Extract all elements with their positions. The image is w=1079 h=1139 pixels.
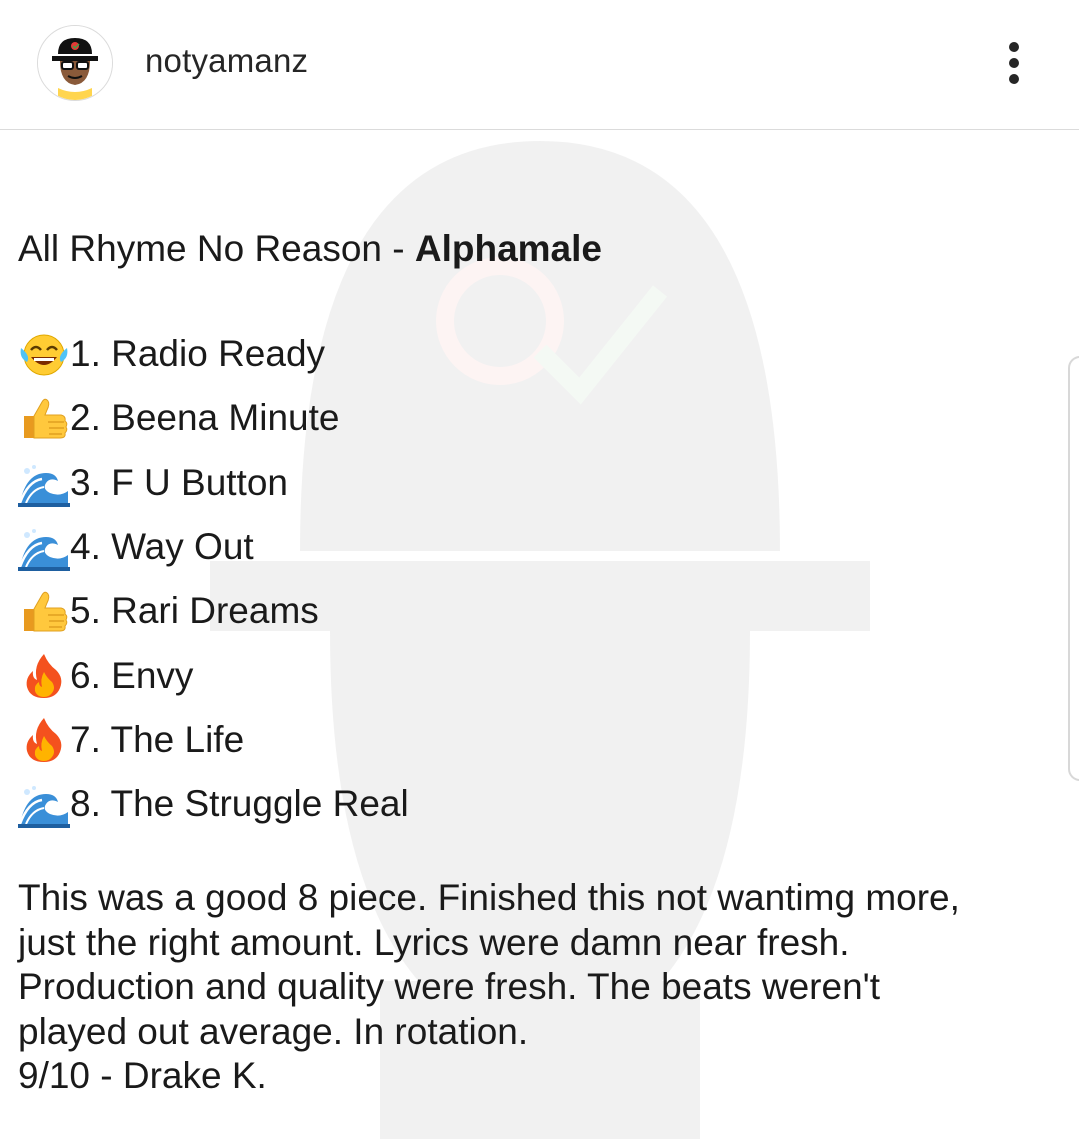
list-item: 2. Beena Minute xyxy=(18,393,339,443)
list-item: 6. Envy xyxy=(18,651,193,701)
list-item: 4. Way Out xyxy=(18,522,254,572)
title-album-part: Alphamale xyxy=(414,228,602,269)
track-label: 3. F U Button xyxy=(70,462,288,503)
fire-icon xyxy=(18,716,70,764)
wave-icon xyxy=(18,459,70,507)
review-line: Production and quality were fresh. The b… xyxy=(18,966,880,1007)
list-item: 5. Rari Dreams xyxy=(18,586,319,636)
album-title: All Rhyme No Reason - Alphamale xyxy=(18,228,602,270)
review-line: just the right amount. Lyrics were damn … xyxy=(18,921,850,963)
more-options-icon[interactable] xyxy=(1000,38,1030,88)
side-scroll-edge xyxy=(1068,356,1079,781)
title-artist-part: All Rhyme No Reason - xyxy=(18,228,415,269)
list-item: 3. F U Button xyxy=(18,458,288,508)
track-label: 1. Radio Ready xyxy=(70,333,326,374)
review-text: This was a good 8 piece. Finished this n… xyxy=(18,876,1068,1099)
post-header: notyamanz xyxy=(0,0,1079,130)
track-label: 4. Way Out xyxy=(70,526,254,567)
track-label: 8. The Struggle Real xyxy=(70,783,409,824)
fire-icon xyxy=(18,652,70,700)
avatar[interactable] xyxy=(37,25,113,101)
wave-icon xyxy=(18,523,70,571)
thumbs-up-icon xyxy=(18,394,70,442)
laughing-crying-icon xyxy=(18,330,70,378)
list-item: 1. Radio Ready xyxy=(18,329,325,379)
track-label: 6. Envy xyxy=(70,655,194,696)
list-item: 8. The Struggle Real xyxy=(18,779,409,829)
track-label: 7. The Life xyxy=(70,719,245,760)
thumbs-up-icon xyxy=(18,587,70,635)
track-label: 2. Beena Minute xyxy=(70,397,340,438)
username[interactable]: notyamanz xyxy=(145,42,308,80)
wave-icon xyxy=(18,780,70,828)
cartoon-bucket-hat-avatar-icon xyxy=(38,26,112,100)
list-item: 7. The Life xyxy=(18,715,244,765)
track-label: 5. Rari Dreams xyxy=(70,590,319,631)
review-line: played out average. In rotation. xyxy=(18,1010,529,1052)
rating-line: 9/10 - Drake K. xyxy=(18,1055,267,1096)
review-line: This was a good 8 piece. Finished this n… xyxy=(18,877,960,918)
post-image: All Rhyme No Reason - Alphamale 1. Radio… xyxy=(0,131,1079,1139)
